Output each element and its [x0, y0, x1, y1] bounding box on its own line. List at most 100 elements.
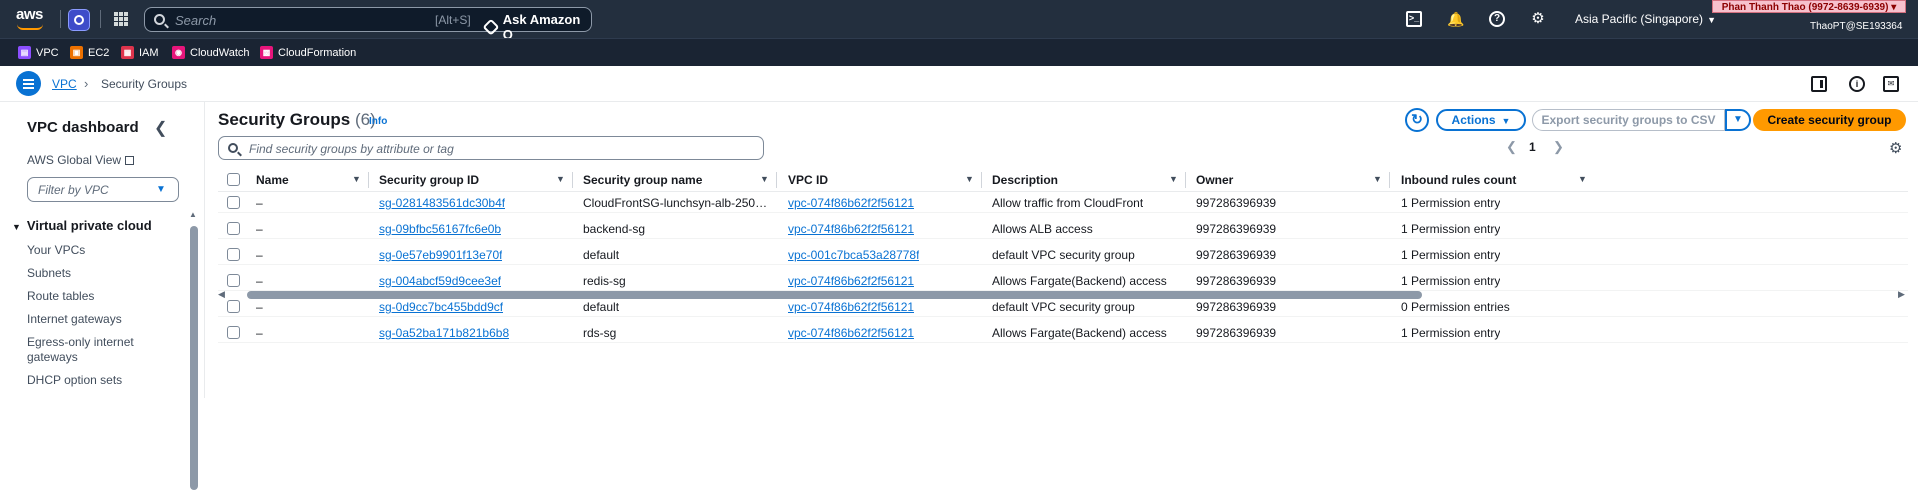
column-divider[interactable] — [572, 172, 573, 188]
favorite-iam[interactable]: ▦ IAM — [121, 46, 159, 59]
sidebar-item-dhcp-option-sets[interactable]: DHCP option sets — [27, 373, 122, 388]
scroll-up-icon[interactable]: ▲ — [189, 210, 197, 219]
table-row[interactable]: – sg-0281483561dc30b4f CloudFrontSG-lunc… — [218, 192, 1908, 213]
cell-description: Allow traffic from CloudFront — [992, 196, 1144, 210]
notifications-bell-icon[interactable]: 🔔 — [1447, 11, 1464, 27]
sort-icon[interactable]: ▼ — [965, 174, 974, 184]
cell-vpc-id-link[interactable]: vpc-074f86b62f2f56121 — [788, 196, 914, 210]
vpc-service-icon: ▤ — [18, 46, 31, 59]
cell-vpc-id-link[interactable]: vpc-001c7bca53a28778f — [788, 248, 919, 262]
cell-sg-id-link[interactable]: sg-004abcf59d9cee3ef — [379, 274, 501, 288]
cell-sg-id-link[interactable]: sg-09bfbc56167fc6e0b — [379, 222, 501, 236]
breadcrumb-vpc-link[interactable]: VPC — [52, 77, 77, 91]
help-icon[interactable]: ? — [1489, 11, 1505, 27]
column-header-inbound-rules[interactable]: Inbound rules count — [1401, 173, 1516, 187]
cell-inbound-rules: 1 Permission entry — [1401, 248, 1501, 262]
column-header-name[interactable]: Name — [256, 173, 289, 187]
scroll-left-icon[interactable]: ◀ — [218, 289, 225, 300]
table-row[interactable]: – sg-004abcf59d9cee3ef redis-sg vpc-074f… — [218, 270, 1908, 291]
iam-service-icon: ▦ — [121, 46, 134, 59]
table-horizontal-scrollbar[interactable]: ◀ ▶ — [218, 289, 1908, 301]
cell-sg-id-link[interactable]: sg-0281483561dc30b4f — [379, 196, 505, 210]
column-header-sg-id[interactable]: Security group ID — [379, 173, 479, 187]
cell-sg-id-link[interactable]: sg-0a52ba171b821b6b8 — [379, 326, 509, 340]
scrollbar-thumb[interactable] — [190, 226, 198, 490]
export-dropdown-icon[interactable]: ▼ — [1725, 109, 1751, 131]
column-divider[interactable] — [981, 172, 982, 188]
vpc-filter-select[interactable]: Filter by VPC ▼ — [27, 177, 179, 202]
row-checkbox[interactable] — [227, 326, 240, 339]
column-header-vpc-id[interactable]: VPC ID — [788, 173, 828, 187]
favorite-cloudwatch[interactable]: ◉ CloudWatch — [172, 46, 250, 59]
favorite-vpc[interactable]: ▤ VPC — [18, 46, 59, 59]
refresh-icon[interactable]: ↻ — [1405, 108, 1429, 132]
region-selector[interactable]: Asia Pacific (Singapore) ▼ — [1575, 12, 1716, 26]
services-grid-icon[interactable] — [114, 12, 128, 26]
cell-vpc-id-link[interactable]: vpc-074f86b62f2f56121 — [788, 222, 914, 236]
sort-icon[interactable]: ▼ — [556, 174, 565, 184]
table-preferences-gear-icon[interactable]: ⚙ — [1889, 139, 1902, 157]
info-panel-icon[interactable]: i — [1849, 76, 1865, 92]
close-sidebar-icon[interactable]: ❮ — [154, 118, 167, 138]
table-row[interactable]: – sg-0a52ba171b821b6b8 rds-sg vpc-074f86… — [218, 322, 1908, 343]
scrollbar-thumb[interactable] — [247, 291, 1422, 299]
sidebar-item-internet-gateways[interactable]: Internet gateways — [27, 312, 122, 327]
user-menu[interactable]: Phan Thanh Thao (9972-8639-6939) ▾ — [1712, 0, 1906, 13]
export-csv-button[interactable]: Export security groups to CSV — [1532, 109, 1725, 131]
column-divider[interactable] — [1389, 172, 1390, 188]
info-link[interactable]: Info — [369, 116, 387, 127]
favorite-cloudformation[interactable]: ▩ CloudFormation — [260, 46, 356, 59]
sidebar-item-route-tables[interactable]: Route tables — [27, 289, 94, 304]
row-checkbox[interactable] — [227, 274, 240, 287]
sort-icon[interactable]: ▼ — [352, 174, 361, 184]
table-row[interactable]: – sg-09bfbc56167fc6e0b backend-sg vpc-07… — [218, 218, 1908, 239]
ec2-service-icon: ▣ — [70, 46, 83, 59]
cell-sg-id-link[interactable]: sg-0e57eb9901f13e70f — [379, 248, 502, 262]
aws-logo[interactable]: aws — [16, 6, 52, 32]
global-search-bar[interactable]: Search [Alt+S] Ask Amazon Q — [144, 7, 592, 42]
sort-icon[interactable]: ▼ — [1578, 174, 1587, 184]
sidebar-scrollbar[interactable]: ▲ — [189, 210, 199, 495]
cloudshell-icon[interactable]: >_ — [1406, 11, 1422, 27]
split-panel-icon[interactable] — [1811, 76, 1827, 92]
sidebar-item-your-vpcs[interactable]: Your VPCs — [27, 243, 85, 258]
select-all-checkbox[interactable] — [227, 173, 240, 186]
create-security-group-button[interactable]: Create security group — [1753, 109, 1906, 131]
column-divider[interactable] — [1185, 172, 1186, 188]
cell-owner: 997286396939 — [1196, 300, 1277, 314]
column-header-sg-name[interactable]: Security group name — [583, 173, 702, 187]
row-checkbox[interactable] — [227, 196, 240, 209]
table-row[interactable]: – sg-0e57eb9901f13e70f default vpc-001c7… — [218, 244, 1908, 265]
column-divider[interactable] — [776, 172, 777, 188]
amazon-q-icon[interactable] — [68, 9, 90, 31]
sidebar-item-global-view[interactable]: AWS Global View — [27, 153, 135, 167]
column-header-owner[interactable]: Owner — [1196, 173, 1233, 187]
favorite-ec2[interactable]: ▣ EC2 — [70, 46, 109, 59]
cell-vpc-id-link[interactable]: vpc-074f86b62f2f56121 — [788, 326, 914, 340]
row-checkbox[interactable] — [227, 248, 240, 261]
sort-icon[interactable]: ▼ — [1373, 174, 1382, 184]
sort-icon[interactable]: ▼ — [760, 174, 769, 184]
column-divider[interactable] — [368, 172, 369, 188]
hamburger-menu-icon[interactable] — [16, 71, 41, 96]
scroll-right-icon[interactable]: ▶ — [1898, 289, 1905, 300]
cell-vpc-id-link[interactable]: vpc-074f86b62f2f56121 — [788, 300, 914, 314]
previous-page-icon[interactable]: ❮ — [1506, 139, 1517, 155]
settings-gear-icon[interactable]: ⚙ — [1530, 11, 1546, 27]
cell-inbound-rules: 0 Permission entries — [1401, 300, 1510, 314]
sidebar-title[interactable]: VPC dashboard — [27, 119, 139, 136]
column-header-description[interactable]: Description — [992, 173, 1058, 187]
feedback-icon[interactable]: ✉ — [1883, 76, 1899, 92]
actions-button[interactable]: Actions ▼ — [1436, 109, 1526, 131]
next-page-icon[interactable]: ❯ — [1553, 139, 1564, 155]
row-checkbox[interactable] — [227, 300, 240, 313]
table-search-input[interactable]: Find security groups by attribute or tag — [218, 136, 764, 160]
sort-icon[interactable]: ▼ — [1169, 174, 1178, 184]
page-number[interactable]: 1 — [1529, 140, 1536, 154]
sidebar-section-vpc[interactable]: ▼ Virtual private cloud — [12, 218, 152, 233]
sidebar-item-subnets[interactable]: Subnets — [27, 266, 71, 281]
row-checkbox[interactable] — [227, 222, 240, 235]
cell-vpc-id-link[interactable]: vpc-074f86b62f2f56121 — [788, 274, 914, 288]
sidebar-item-egress-only-gateways[interactable]: Egress-only internet gateways — [27, 335, 157, 365]
cell-sg-id-link[interactable]: sg-0d9cc7bc455bdd9cf — [379, 300, 503, 314]
